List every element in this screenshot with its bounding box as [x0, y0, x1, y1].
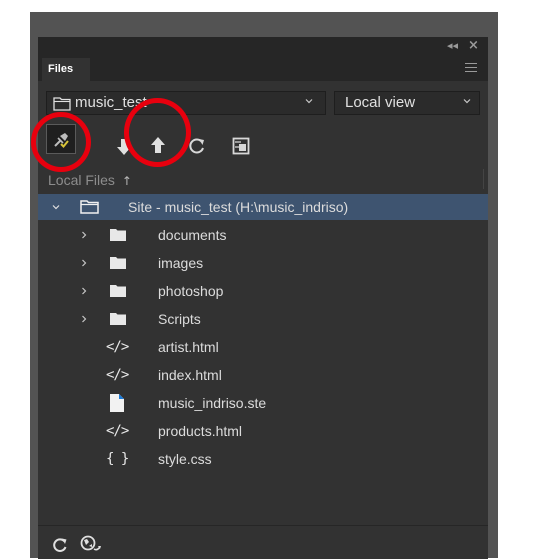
site-select-value: music_test	[75, 94, 147, 111]
panel-bottom-bar	[38, 525, 488, 559]
chevron-right-icon[interactable]	[80, 287, 88, 295]
tree-item-label: index.html	[158, 367, 222, 383]
put-files-icon[interactable]	[150, 129, 166, 161]
sort-arrow-icon: ↑	[121, 174, 132, 188]
tree-row-folder[interactable]: photoshop	[38, 278, 488, 304]
css-file-icon: { }	[106, 451, 129, 467]
panel-tabbar: Files	[38, 55, 488, 81]
folder-icon	[110, 257, 126, 269]
tree-row-file[interactable]: { } style.css	[38, 446, 488, 472]
chevron-down-icon[interactable]	[52, 203, 60, 211]
tree-item-label: products.html	[158, 423, 243, 439]
folder-icon	[110, 285, 126, 297]
view-select-value: Local view	[345, 94, 416, 111]
refresh-icon[interactable]	[52, 537, 68, 553]
site-select[interactable]: music_test	[46, 91, 326, 115]
site-folder-icon	[80, 200, 99, 214]
tree-item-label: photoshop	[158, 283, 224, 299]
tree-row-folder[interactable]: documents	[38, 222, 488, 248]
panel-title-strip: ◂◂ ×	[38, 37, 488, 55]
tree-item-label: documents	[158, 227, 227, 243]
html-file-icon: </>	[106, 339, 129, 355]
tree-row-file[interactable]: </> index.html	[38, 362, 488, 388]
chevron-right-icon[interactable]	[80, 231, 88, 239]
view-select[interactable]: Local view	[334, 91, 480, 115]
tree-item-label: artist.html	[158, 339, 219, 355]
tree-row-file[interactable]: </> artist.html	[38, 334, 488, 360]
connect-icon	[54, 133, 69, 148]
tree-row-file[interactable]: </> products.html	[38, 418, 488, 444]
chevron-right-icon[interactable]	[80, 315, 88, 323]
files-toolbar	[46, 123, 466, 155]
html-file-icon: </>	[106, 423, 129, 439]
tree-item-label: images	[158, 255, 204, 271]
folder-icon	[110, 313, 126, 325]
tree-item-label: style.css	[158, 451, 212, 467]
globe-sync-icon[interactable]	[80, 535, 102, 553]
tab-files[interactable]: Files	[42, 58, 90, 81]
connect-button[interactable]	[46, 124, 76, 154]
close-panel-icon[interactable]: ×	[468, 38, 479, 54]
panel-menu-icon[interactable]	[465, 63, 477, 72]
chevron-down-icon	[305, 99, 313, 104]
tree-row-file[interactable]: music_indriso.ste	[38, 390, 488, 416]
tree-item-label: Scripts	[158, 311, 201, 327]
html-file-icon: </>	[106, 367, 129, 383]
refresh-icon[interactable]	[188, 130, 206, 162]
tree-item-label: music_indriso.ste	[158, 395, 267, 411]
chevron-down-icon	[463, 99, 471, 104]
files-panel: ◂◂ × Files music_test Local view Local F…	[38, 37, 488, 559]
expand-icon[interactable]	[232, 130, 250, 162]
tree-row-site-root[interactable]: Site - music_test (H:\music_indriso)	[38, 194, 488, 220]
local-files-header[interactable]: Local Files ↑	[48, 171, 132, 190]
local-files-label: Local Files	[48, 172, 115, 188]
collapse-panel-icon[interactable]: ◂◂	[447, 39, 458, 53]
site-root-label: Site - music_test (H:\music_indriso)	[128, 199, 349, 215]
get-files-icon[interactable]	[116, 131, 132, 163]
chevron-right-icon[interactable]	[80, 259, 88, 267]
tree-row-folder[interactable]: Scripts	[38, 306, 488, 332]
document-file-icon	[110, 394, 124, 412]
tree-row-folder[interactable]: images	[38, 250, 488, 276]
folder-icon	[110, 229, 126, 241]
header-divider	[483, 169, 484, 189]
folder-icon	[53, 97, 71, 111]
